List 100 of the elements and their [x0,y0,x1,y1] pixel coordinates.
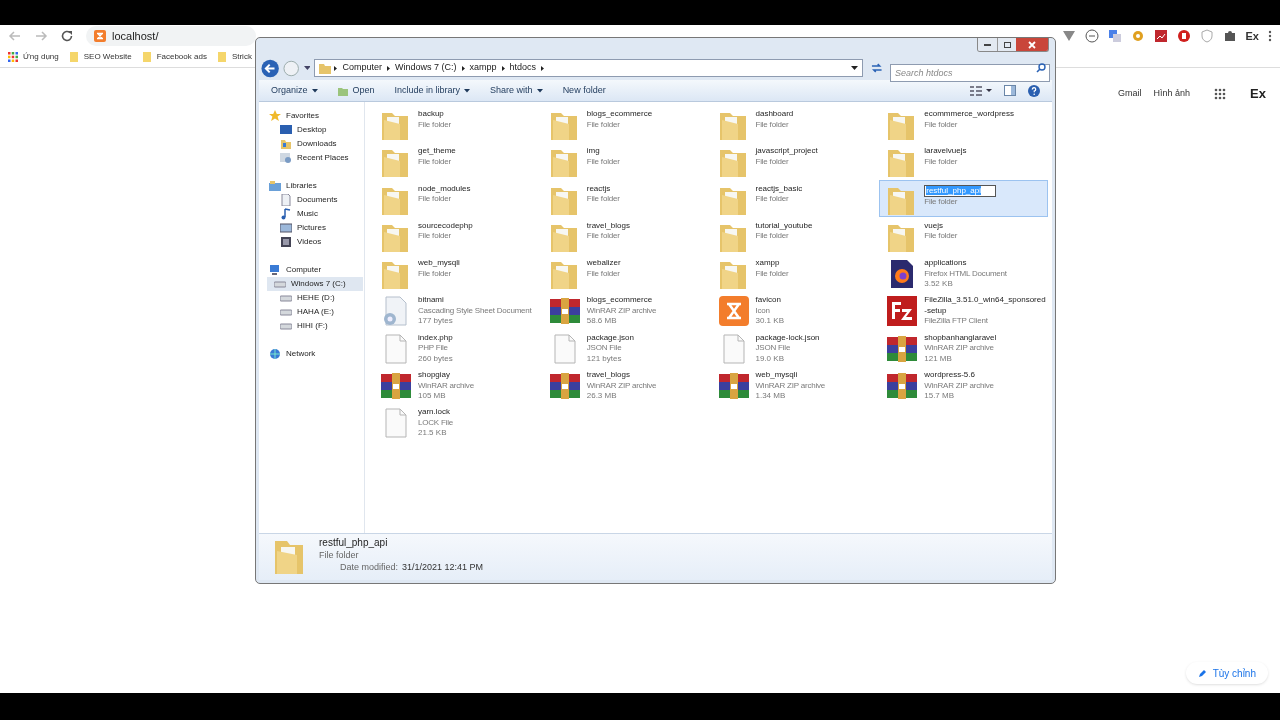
toolbar-button[interactable]: Include in library [386,81,479,100]
file-item[interactable]: img File folder [541,142,711,180]
file-size: 1.34 MB [755,391,787,402]
file-item[interactable]: dashboard File folder [710,105,880,143]
file-item[interactable]: javascript_project File folder [710,142,880,180]
sidebar-item[interactable]: Music [273,207,364,221]
file-item[interactable]: travel_blogs WinRAR ZIP archive 26.3 MB [541,366,711,404]
address-bar[interactable]: localhost/ [86,26,256,46]
file-item[interactable]: reactjs_basic File folder [710,179,880,217]
file-item[interactable]: laravelvuejs File folder [879,142,1048,180]
refresh-icon[interactable] [869,61,883,75]
breadcrumb-item[interactable]: Windows 7 (C:) [393,61,459,75]
sidebar-item[interactable]: Videos [273,235,364,249]
bookmark-link[interactable]: Strick [216,51,252,63]
file-item[interactable]: package-lock.json JSON File 19.0 KB [710,328,880,367]
sidebar-item[interactable]: HEHE (D:) [273,291,364,305]
toolbar-button[interactable]: Share with [482,81,551,100]
file-name: favicon [755,295,782,306]
file-item[interactable]: webalizer File folder [541,254,711,292]
file-item[interactable]: ecommmerce_wordpress File folder [879,105,1048,143]
breadcrumb-item[interactable]: xampp [467,61,499,75]
file-type: WinRAR ZIP archive [924,380,994,392]
file-item[interactable]: package.json JSON File 121 bytes [541,328,711,367]
file-item[interactable]: applications Firefox HTML Document 3.52 KB [879,254,1048,292]
bookmark-link[interactable]: SEO Website [68,51,132,63]
customize-button[interactable]: Tùy chỉnh [1185,662,1268,684]
chart-icon[interactable] [1153,29,1168,43]
funnel-icon[interactable] [1061,29,1076,43]
file-item[interactable]: blogs_ecommerce WinRAR ZIP archive 58.6 MB [541,291,711,329]
file-item[interactable]: index.php PHP File 260 bytes [373,328,542,367]
maximize-button[interactable] [997,38,1016,51]
circle-icon[interactable] [1084,29,1099,43]
file-item[interactable]: web_mysqli File folder [373,254,542,292]
file-item[interactable]: get_theme File folder [373,142,542,180]
date-value: 31/1/2021 12:41 PM [402,561,484,573]
file-item[interactable]: reactjs File folder [541,179,711,217]
videos-icon [280,236,292,248]
header-link[interactable]: Hình ảnh [1153,87,1191,101]
sidebar-item[interactable]: Desktop [273,123,364,137]
file-item[interactable]: web_mysqli WinRAR ZIP archive 1.34 MB [710,366,880,404]
sidebar-heading[interactable]: Network [269,347,364,361]
file-item[interactable]: favicon Icon 30.1 KB [710,291,880,329]
breadcrumb-item[interactable]: htdocs [507,61,539,75]
file-item[interactable]: bitnami Cascading Style Sheet Document 177 bytes [373,291,542,329]
sidebar-item[interactable]: HIHI (F:) [273,319,364,333]
bookmark-link[interactable]: Facebook ads [141,51,207,63]
sidebar-heading[interactable]: Libraries [269,179,364,193]
open-icon [337,85,349,96]
chevron-icon[interactable] [384,64,393,72]
search-field[interactable]: Search htdocs [890,64,1050,82]
toolbar-button[interactable]: New folder [554,81,614,100]
back-icon[interactable] [261,58,280,78]
file-item[interactable]: xampp File folder [710,254,880,292]
sidebar-item[interactable]: Documents [273,193,364,207]
toolbar-button[interactable]: Open [329,81,383,100]
more-icon[interactable] [1268,30,1272,42]
caret-icon [311,88,318,93]
preview-pane-icon[interactable] [1004,85,1016,96]
file-item[interactable]: travel_blogs File folder [541,216,711,255]
file-item[interactable]: vuejs File folder [879,216,1048,255]
file-item[interactable]: restful_php_api File folder [879,179,1048,217]
file-item[interactable]: blogs_ecommerce File folder [541,105,711,143]
sidebar-item[interactable]: Pictures [273,221,364,235]
sidebar-heading[interactable]: Computer [269,263,364,277]
profile-label[interactable]: Ex [1245,27,1259,45]
file-item[interactable]: yarn.lock LOCK File 21.5 KB [373,403,542,441]
header-link[interactable]: Gmail [1118,87,1142,101]
file-type: File folder [755,119,790,130]
account-label[interactable]: Ex [1250,84,1266,104]
file-name: node_modules [418,183,471,195]
file-item[interactable]: tutorial_youtube File folder [710,216,880,255]
translate-icon[interactable] [1107,29,1122,43]
file-item[interactable]: sourcecodephp File folder [373,216,542,255]
stop-icon[interactable] [1176,29,1191,43]
caret-icon[interactable] [303,65,311,71]
sidebar-item[interactable]: Recent Places [273,151,364,165]
apps-grid-icon[interactable] [1214,87,1227,100]
file-item[interactable]: wordpress-5.6 WinRAR ZIP archive 15.7 MB [879,366,1048,404]
minimize-button[interactable] [978,38,997,51]
file-size: 21.5 KB [418,428,448,439]
file-type: LOCK File [418,417,454,429]
close-button[interactable] [1016,38,1048,51]
reload-icon[interactable] [60,29,74,43]
file-item[interactable]: shopbanhanglaravel WinRAR ZIP archive 121 MB [879,328,1048,367]
sidebar-item[interactable]: HAHA (E:) [273,305,364,319]
file-item[interactable]: backup File folder [373,105,542,143]
sidebar-heading[interactable]: Favorites [269,109,364,123]
file-item[interactable]: FileZilla_3.51.0_win64_sponsored-setup FileZilla FTP Client [879,291,1048,329]
address-field[interactable]: Computer Windows 7 (C:) xampp htdocs [314,59,863,77]
bookmark-link[interactable]: Ứng dụng [8,51,59,63]
file-item[interactable]: node_modules File folder [373,179,542,217]
caret-icon[interactable] [850,65,858,71]
help-icon[interactable] [1028,84,1040,97]
breadcrumb-item[interactable]: Computer [340,61,384,75]
apps-grid-icon [8,52,18,62]
toolbar-button[interactable]: Organize [263,81,326,100]
view-options-icon[interactable] [970,85,992,96]
sidebar-item[interactable]: Downloads [273,137,364,151]
sidebar-item[interactable]: Windows 7 (C:) [267,277,363,291]
file-item[interactable]: shopgiay WinRAR archive 105 MB [373,366,542,404]
